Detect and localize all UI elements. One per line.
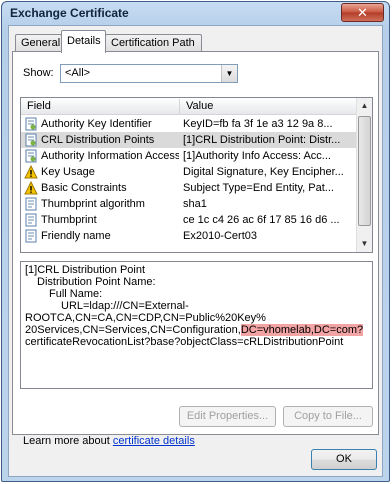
list-item[interactable]: Friendly name Ex2010-Cert03 bbox=[21, 228, 357, 244]
dialog-client-area: General Details Certification Path Show:… bbox=[8, 25, 383, 477]
list-item[interactable]: Authority Information Access [1]Authorit… bbox=[21, 148, 357, 164]
detail-line: URL=ldap:///CN=External- bbox=[61, 300, 189, 312]
document-icon bbox=[25, 197, 37, 211]
row-value: Subject Type=End Entity, Pat... bbox=[183, 182, 334, 194]
row-value: sha1 bbox=[183, 198, 207, 210]
row-field: Thumbprint algorithm bbox=[41, 198, 145, 210]
detail-line: [1]CRL Distribution Point bbox=[25, 264, 146, 276]
warning-icon bbox=[24, 165, 38, 179]
document-icon bbox=[25, 133, 37, 147]
list-item[interactable]: Basic Constraints Subject Type=End Entit… bbox=[21, 180, 357, 196]
chevron-down-icon[interactable]: ▼ bbox=[221, 65, 237, 82]
scrollbar-thumb[interactable] bbox=[358, 116, 371, 226]
row-field: Authority Key Identifier bbox=[41, 118, 152, 130]
row-field: Basic Constraints bbox=[41, 182, 127, 194]
scroll-up-icon[interactable]: ▲ bbox=[357, 98, 372, 114]
row-field: CRL Distribution Points bbox=[41, 134, 155, 146]
row-value: Digital Signature, Key Encipher... bbox=[183, 166, 344, 178]
edit-properties-button[interactable]: Edit Properties... bbox=[179, 406, 276, 427]
list-item[interactable]: Thumbprint algorithm sha1 bbox=[21, 196, 357, 212]
copy-to-file-button[interactable]: Copy to File... bbox=[283, 406, 373, 427]
learn-more-prefix: Learn more about bbox=[23, 435, 113, 447]
ok-button[interactable]: OK bbox=[311, 449, 377, 470]
document-icon bbox=[25, 149, 37, 163]
list-item[interactable]: Key Usage Digital Signature, Key Enciphe… bbox=[21, 164, 357, 180]
vertical-scrollbar[interactable]: ▲ ▼ bbox=[356, 98, 372, 252]
list-item[interactable]: Thumbprint ce 1c c4 26 ac 6f 17 85 16 d6… bbox=[21, 212, 357, 228]
row-field: Thumbprint bbox=[41, 214, 97, 226]
detail-line: Distribution Point Name: bbox=[37, 276, 156, 288]
show-dropdown[interactable]: <All> ▼ bbox=[60, 64, 238, 83]
list-rows: Authority Key Identifier KeyID=fb fa 3f … bbox=[21, 116, 357, 244]
detail-text: 20Services,CN=Services,CN=Configuration, bbox=[25, 324, 241, 336]
details-panel: Show: <All> ▼ Field Value Authority Key … bbox=[12, 51, 379, 447]
row-value: ce 1c c4 26 ac 6f 17 85 16 d6 ... bbox=[183, 214, 340, 226]
document-icon bbox=[25, 229, 37, 243]
exchange-certificate-dialog: Exchange Certificate ✕ General Details C… bbox=[1, 1, 390, 482]
warning-icon bbox=[24, 181, 38, 195]
detail-line: Full Name: bbox=[49, 288, 103, 300]
row-value: Ex2010-Cert03 bbox=[183, 230, 257, 242]
row-field: Friendly name bbox=[41, 230, 111, 242]
column-divider[interactable] bbox=[179, 99, 180, 114]
row-field: Key Usage bbox=[41, 166, 95, 178]
row-value: [1]CRL Distribution Point: Distr... bbox=[183, 134, 341, 146]
close-icon: ✕ bbox=[357, 5, 368, 20]
column-header-value[interactable]: Value bbox=[186, 100, 213, 112]
column-header-field[interactable]: Field bbox=[27, 100, 51, 112]
document-icon bbox=[25, 213, 37, 227]
document-icon bbox=[25, 117, 37, 131]
certificate-details-link[interactable]: certificate details bbox=[113, 435, 195, 447]
detail-line: certificateRevocationList?base?objectCla… bbox=[25, 336, 344, 348]
tab-general[interactable]: General bbox=[15, 34, 62, 52]
detail-line: ROOTCA,CN=CA,CN=CDP,CN=Public%20Key% bbox=[25, 312, 266, 324]
row-field: Authority Information Access bbox=[41, 150, 179, 162]
list-item[interactable]: Authority Key Identifier KeyID=fb fa 3f … bbox=[21, 116, 357, 132]
tab-certification-path[interactable]: Certification Path bbox=[105, 34, 202, 52]
tab-details[interactable]: Details bbox=[61, 30, 106, 53]
show-dropdown-value: <All> bbox=[65, 67, 91, 79]
learn-more-text: Learn more about certificate details bbox=[23, 435, 195, 447]
row-value: [1]Authority Info Access: Acc... bbox=[183, 150, 331, 162]
highlighted-text: DC=vhomelab,DC=com? bbox=[240, 324, 364, 336]
title-bar[interactable]: Exchange Certificate ✕ bbox=[2, 2, 389, 25]
detail-line: 20Services,CN=Services,CN=Configuration,… bbox=[25, 324, 368, 336]
scroll-down-icon[interactable]: ▼ bbox=[357, 236, 372, 252]
close-button[interactable]: ✕ bbox=[341, 3, 384, 22]
list-header: Field Value bbox=[21, 98, 357, 115]
row-value: KeyID=fb fa 3f 1e a3 12 9a 8... bbox=[183, 118, 333, 130]
field-detail-textbox[interactable]: [1]CRL Distribution Point Distribution P… bbox=[20, 261, 373, 389]
list-item-selected[interactable]: CRL Distribution Points [1]CRL Distribut… bbox=[21, 132, 357, 148]
show-label: Show: bbox=[23, 67, 54, 79]
window-title: Exchange Certificate bbox=[10, 6, 129, 20]
field-list[interactable]: Field Value Authority Key Identifier Key… bbox=[20, 97, 373, 253]
